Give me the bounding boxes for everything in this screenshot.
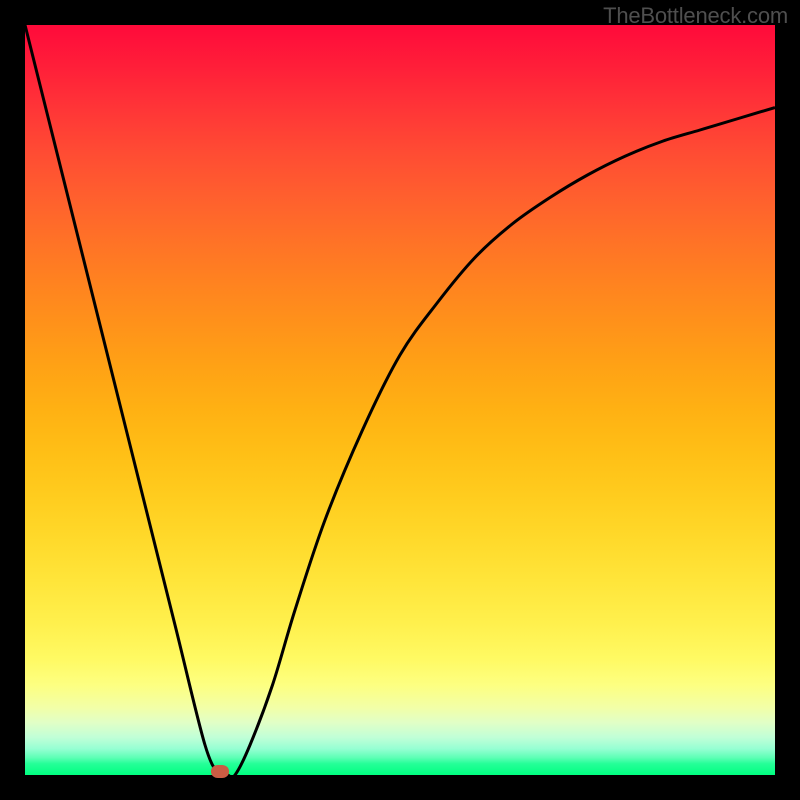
bottleneck-curve [25, 25, 775, 775]
optimum-marker [211, 765, 229, 778]
attribution-text: TheBottleneck.com [603, 3, 788, 29]
chart-container: TheBottleneck.com [0, 0, 800, 800]
curve-path [25, 25, 775, 775]
